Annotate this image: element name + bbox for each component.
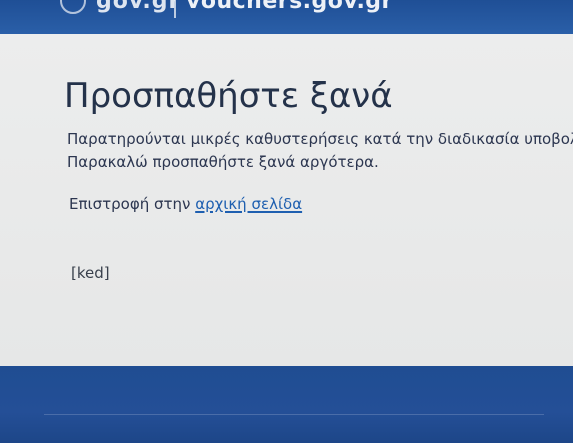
gov-logo-icon[interactable] — [60, 0, 86, 14]
gov-brand-logo[interactable]: gov.gr — [96, 0, 180, 14]
footer-divider — [44, 414, 544, 415]
error-message-line-1: Παρατηρούνται μικρές καθυστερήσεις κατά … — [67, 130, 573, 148]
error-content: Προσπαθήστε ξανά Παρατηρούνται μικρές κα… — [0, 34, 573, 366]
site-footer — [0, 366, 573, 443]
site-header: gov.gr vouchers.gov.gr — [0, 0, 573, 34]
error-message-line-2: Παρακαλώ προσπαθήστε ξανά αργότερα. — [67, 153, 379, 171]
home-page-link[interactable]: αρχική σελίδα — [195, 195, 302, 213]
return-home-text: Επιστροφή στην αρχική σελίδα — [69, 195, 302, 213]
site-name[interactable]: vouchers.gov.gr — [186, 0, 393, 14]
error-code: [ked] — [71, 264, 110, 282]
return-prefix: Επιστροφή στην — [69, 195, 196, 213]
header-divider — [174, 0, 176, 18]
page-title: Προσπαθήστε ξανά — [64, 76, 393, 116]
